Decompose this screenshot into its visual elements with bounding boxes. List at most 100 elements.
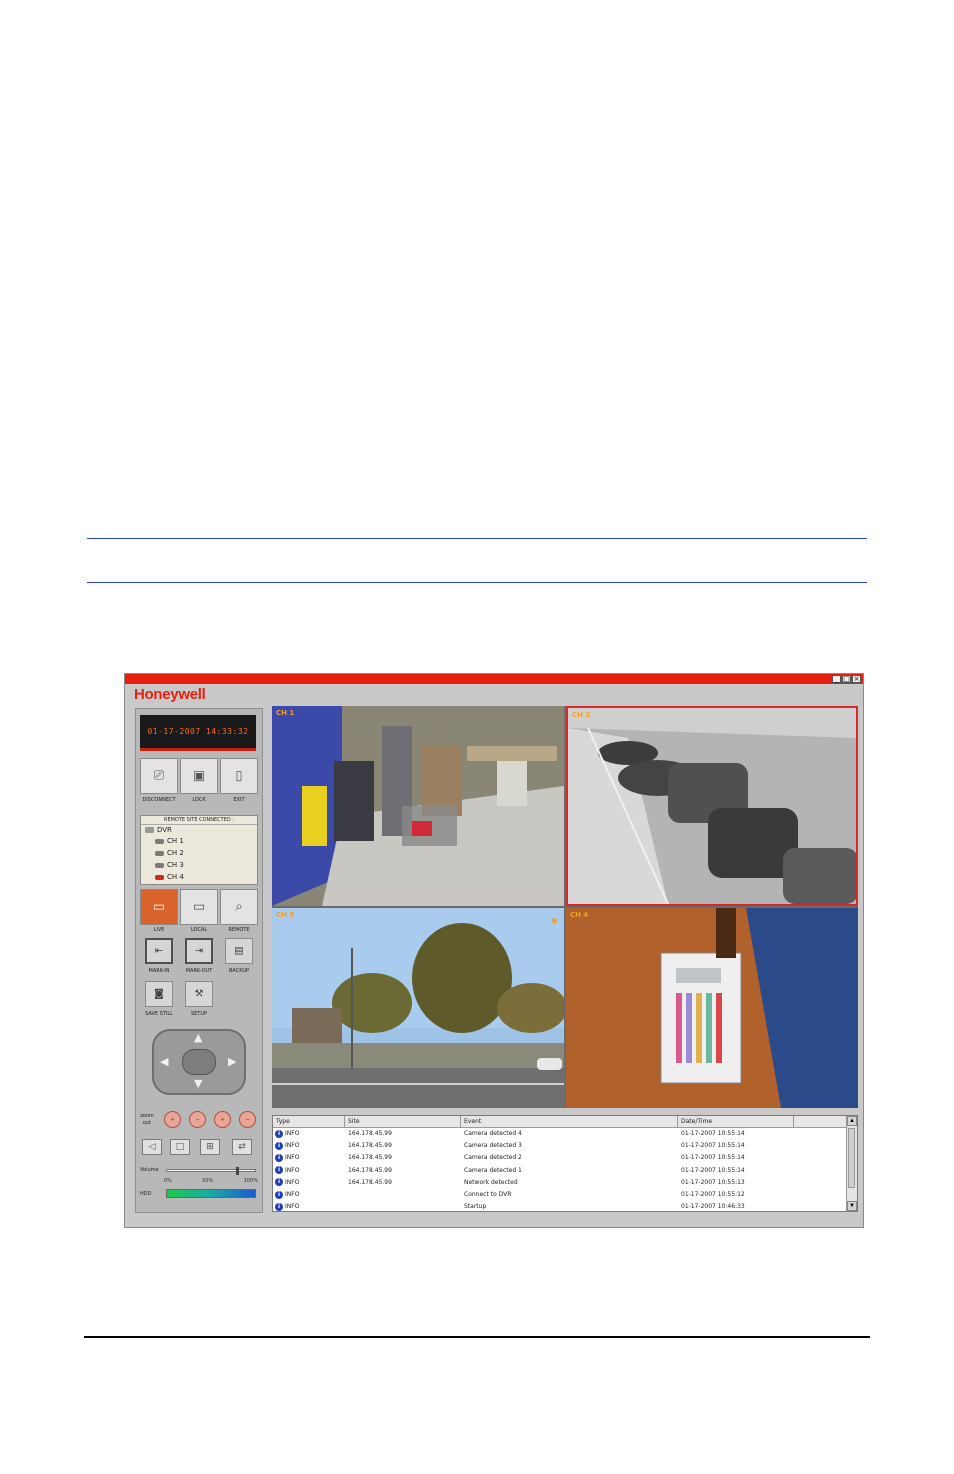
tree-item-ch2[interactable]: CH 2 (155, 849, 184, 857)
tree-item-label: CH 3 (167, 861, 184, 869)
tree-item-ch1[interactable]: CH 1 (155, 837, 184, 845)
focus-far-button[interactable]: − (239, 1111, 256, 1128)
scroll-thumb[interactable] (848, 1128, 855, 1188)
log-cell-event: Camera detected 4 (464, 1128, 522, 1140)
log-cell-datetime: 01-17-2007 10:55:12 (681, 1189, 745, 1201)
camera-icon: ◙ (154, 988, 164, 1000)
tree-item-label: CH 4 (167, 873, 184, 881)
log-cell-event: Camera detected 2 (464, 1152, 522, 1164)
minimize-button[interactable]: _ (832, 675, 841, 683)
log-row[interactable]: i INFO 164.178.45.99 Camera detected 2 01-17… (273, 1152, 847, 1164)
ptz-right-icon[interactable]: ▶ (228, 1055, 236, 1068)
camera-feed-ch3 (272, 908, 564, 1108)
log-cell-datetime-text: 01-17-2007 10:55:14 (681, 1130, 745, 1137)
quad-view-button[interactable]: ⊞ (200, 1139, 220, 1155)
log-row[interactable]: i INFO 164.178.45.99 Camera detected 4 01-17… (273, 1128, 847, 1140)
ptz-down-icon[interactable]: ▼ (194, 1077, 202, 1090)
log-cell-datetime: 01-17-2007 10:55:14 (681, 1140, 745, 1152)
title-bar[interactable] (125, 674, 863, 684)
log-cell-type-text: INFO (285, 1178, 300, 1186)
header-rule-bottom (87, 582, 867, 583)
volume-tick-label: 100% (243, 1178, 258, 1184)
tree-root-dvr[interactable]: DVR (145, 826, 172, 834)
mark-in-label: MARK-IN (148, 968, 170, 974)
tree-item-ch4[interactable]: CH 4 (155, 873, 184, 881)
focus-near-button[interactable]: + (214, 1111, 231, 1128)
mark-out-icon: ⇥ (194, 945, 204, 957)
camera-view-ch1[interactable]: CH 1 (272, 706, 564, 906)
scroll-down-icon[interactable]: ▼ (847, 1201, 857, 1211)
remote-search-icon: ⌕ (235, 899, 243, 915)
mark-out-button[interactable]: ⇥ (185, 938, 213, 964)
log-cell-datetime: 01-17-2007 10:55:14 (681, 1152, 745, 1164)
tree-item-ch3[interactable]: CH 3 (155, 861, 184, 869)
ptz-center-button[interactable] (182, 1049, 216, 1075)
log-cell-site-text: 164.178.45.99 (348, 1166, 392, 1174)
log-row[interactable]: i INFO 164.178.45.99 Network detected 01-17-… (273, 1177, 847, 1189)
exit-icon: ▯ (235, 768, 243, 784)
log-cell-type: i INFO (275, 1177, 299, 1189)
info-icon: i (275, 1166, 283, 1175)
column-header-type[interactable]: Type (273, 1116, 345, 1127)
live-label: LIVE (153, 927, 165, 933)
camera-view-ch4[interactable]: CH 4 (566, 908, 858, 1108)
log-cell-datetime-text: 01-17-2007 10:55:12 (681, 1191, 745, 1198)
local-button[interactable]: ▭ (180, 889, 218, 925)
log-cell-site: 164.178.45.99 (348, 1177, 392, 1189)
log-row[interactable]: i INFO 164.178.45.99 Camera detected 3 01-17… (273, 1140, 847, 1152)
camera-view-ch2[interactable]: CH 2 (566, 706, 858, 906)
maximize-button[interactable]: □ (842, 675, 851, 683)
log-cell-site-text: 164.178.45.99 (348, 1130, 392, 1137)
volume-slider-thumb[interactable] (236, 1167, 239, 1175)
column-header-event[interactable]: Event (461, 1116, 678, 1127)
zoom-in-button[interactable]: + (164, 1111, 181, 1128)
header-rule-top (87, 538, 867, 539)
tree-root-label: DVR (157, 826, 172, 834)
exit-button[interactable]: ▯ (220, 758, 258, 794)
single-view-button[interactable]: □ (170, 1139, 190, 1155)
remote-button[interactable]: ⌕ (220, 889, 258, 925)
camera-icon (155, 862, 164, 868)
log-cell-event-text: Camera detected 2 (464, 1154, 522, 1162)
log-cell-type: i INFO (275, 1201, 300, 1211)
log-cell-datetime-text: 01-17-2007 10:55:14 (681, 1166, 745, 1174)
setup-button[interactable]: ⚒ (185, 981, 213, 1007)
mark-in-button[interactable]: ⇤ (145, 938, 173, 964)
event-log-scrollbar[interactable]: ▲ ▼ (846, 1116, 857, 1211)
camera-grid: CH 1 CH 2 CH 3 ✱ CH 4 (272, 706, 858, 1108)
disconnect-button[interactable]: ⎚ (140, 758, 178, 794)
lock-button[interactable]: ▣ (180, 758, 218, 794)
camera-feed-ch2 (568, 708, 856, 904)
live-button[interactable]: ▭ (140, 889, 178, 925)
log-cell-type-text: INFO (285, 1203, 300, 1211)
log-cell-datetime-text: 01-17-2007 10:55:14 (681, 1142, 745, 1150)
column-header-site[interactable]: Site (345, 1116, 461, 1127)
ptz-left-icon[interactable]: ◀ (160, 1055, 168, 1068)
log-row[interactable]: i INFO Startup 01-17-2007 10:46:33 (273, 1201, 847, 1211)
log-cell-event-text: Network detected (464, 1178, 518, 1186)
audio-button[interactable]: ◁ (142, 1139, 162, 1155)
camera-feed-ch4 (566, 908, 858, 1108)
camera-view-ch3[interactable]: CH 3 ✱ (272, 908, 564, 1108)
log-row[interactable]: i INFO 164.178.45.99 Camera detected 1 01-17… (273, 1165, 847, 1177)
hdd-usage-bar (166, 1189, 256, 1198)
backup-button[interactable]: ▤ (225, 938, 253, 964)
sequence-button[interactable]: ⇄ (232, 1139, 252, 1155)
scroll-up-icon[interactable]: ▲ (847, 1116, 857, 1126)
zoom-out-button[interactable]: − (189, 1111, 206, 1128)
ptz-up-icon[interactable]: ▲ (194, 1031, 202, 1044)
footer-rule (84, 1336, 870, 1338)
info-icon: i (275, 1190, 283, 1199)
save-still-button[interactable]: ◙ (145, 981, 173, 1007)
column-header-datetime[interactable]: Date/Time (678, 1116, 794, 1127)
close-button[interactable]: × (852, 675, 861, 683)
remote-label: REMOTE (228, 927, 250, 933)
camera-label: CH 4 (570, 911, 589, 919)
window-controls: _ □ × (832, 675, 861, 683)
volume-slider[interactable] (166, 1167, 256, 1175)
log-cell-event: Camera detected 3 (464, 1140, 522, 1152)
log-row[interactable]: i INFO Connect to DVR 01-17-2007 10:55:12 (273, 1189, 847, 1201)
log-cell-event: Camera detected 1 (464, 1165, 522, 1177)
camera-feed-ch1 (272, 706, 564, 906)
camera-icon (155, 838, 164, 844)
